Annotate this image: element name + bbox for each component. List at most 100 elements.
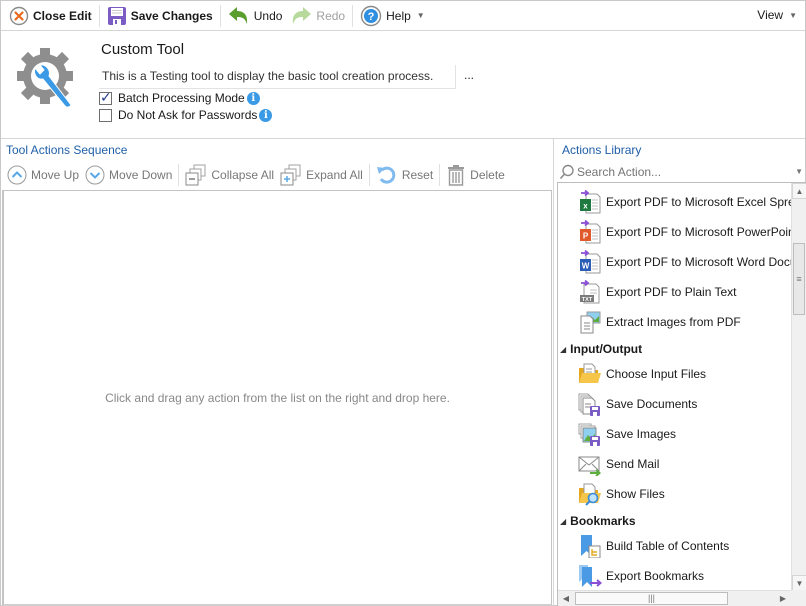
description-more-button[interactable]: ... xyxy=(464,68,474,82)
view-menu-button[interactable]: View ▼ xyxy=(757,8,797,22)
mail-icon xyxy=(578,456,602,476)
toolbar-divider xyxy=(439,164,441,186)
dropzone-hint: Click and drag any action from the list … xyxy=(105,391,450,405)
trash-icon xyxy=(448,165,465,186)
scroll-right-arrow-icon[interactable]: ▶ xyxy=(775,591,791,606)
search-icon xyxy=(559,164,574,180)
extract-images-icon xyxy=(580,311,601,334)
tool-name[interactable]: Custom Tool xyxy=(101,41,184,58)
library-item-label: Save Images xyxy=(606,427,677,441)
svg-text:W: W xyxy=(582,262,590,271)
library-group-input-output[interactable]: ◢ Input/Output xyxy=(560,338,642,360)
toolbar-divider xyxy=(368,164,370,186)
save-images-icon xyxy=(578,423,600,446)
move-up-button[interactable]: Move Up xyxy=(4,163,82,187)
move-down-label: Move Down xyxy=(109,168,173,182)
toolbar-divider xyxy=(219,4,221,27)
batch-processing-option[interactable]: ✓ Batch Processing Mode i xyxy=(99,88,260,105)
library-group-label: Bookmarks xyxy=(570,514,636,528)
library-item-label: Build Table of Contents xyxy=(606,539,730,553)
library-horizontal-scrollbar[interactable]: ◀ ||| ▶ xyxy=(558,590,791,606)
move-down-button[interactable]: Move Down xyxy=(82,163,175,187)
library-item[interactable]: Extract Images from PDF xyxy=(578,307,741,337)
tool-description-field[interactable]: This is a Testing tool to display the ba… xyxy=(99,65,456,89)
toolbar-divider xyxy=(352,4,354,27)
library-item-label: Show Files xyxy=(606,487,665,501)
library-item[interactable]: x Export PDF to Microsoft Excel Spreadsh… xyxy=(578,187,791,217)
undo-label: Undo xyxy=(253,8,283,23)
library-item[interactable]: Send Mail xyxy=(578,449,659,479)
library-item-label: Export Bookmarks xyxy=(606,569,705,583)
tool-properties: Custom Tool This is a Testing tool to di… xyxy=(1,32,805,139)
help-menu-button[interactable]: ? Help ▼ xyxy=(356,3,429,29)
collapse-all-button[interactable]: Collapse All xyxy=(182,163,277,187)
close-edit-button[interactable]: Close Edit xyxy=(5,3,96,29)
vertical-scroll-thumb[interactable]: ≡ xyxy=(793,243,805,315)
library-vertical-scrollbar[interactable]: ▲ ≡ ▼ xyxy=(791,183,806,591)
info-icon[interactable]: i xyxy=(259,108,273,122)
floppy-disk-icon xyxy=(107,6,126,25)
save-changes-button[interactable]: Save Changes xyxy=(103,3,217,29)
move-up-label: Move Up xyxy=(31,168,80,182)
redo-button[interactable]: Redo xyxy=(286,3,349,29)
checkmark-icon: ✓ xyxy=(100,88,112,105)
main-toolbar: Close Edit Save Changes Undo Redo ? Help… xyxy=(1,1,805,31)
expand-all-button[interactable]: Expand All xyxy=(277,163,366,187)
library-group-bookmarks[interactable]: ◢ Bookmarks xyxy=(560,510,636,532)
chevron-up-circle-icon xyxy=(7,165,27,185)
expanded-triangle-icon: ◢ xyxy=(560,344,567,354)
folder-open-icon xyxy=(579,363,601,383)
save-changes-label: Save Changes xyxy=(130,8,213,23)
reset-button[interactable]: Reset xyxy=(373,163,436,187)
action-search-box[interactable]: ▼ xyxy=(559,162,805,182)
undo-arrow-icon xyxy=(228,6,247,24)
powerpoint-export-icon: P xyxy=(580,220,601,244)
actions-library-tree: x Export PDF to Microsoft Excel Spreadsh… xyxy=(557,182,806,606)
scroll-down-arrow-icon[interactable]: ▼ xyxy=(792,575,806,591)
search-input[interactable] xyxy=(577,165,787,179)
library-item[interactable]: W Export PDF to Microsoft Word Document xyxy=(578,247,791,277)
library-item[interactable]: Build Table of Contents xyxy=(578,531,729,561)
view-label: View xyxy=(757,8,784,22)
bookmark-toc-icon xyxy=(581,535,601,558)
library-item[interactable]: Export Bookmarks xyxy=(578,561,704,591)
scroll-up-arrow-icon[interactable]: ▲ xyxy=(792,183,806,199)
library-item[interactable]: Show Files xyxy=(578,479,665,509)
info-icon[interactable]: i xyxy=(246,91,260,105)
chevron-down-circle-icon xyxy=(85,165,105,185)
no-password-prompt-option[interactable]: Do Not Ask for Passwords i xyxy=(99,108,273,122)
expand-all-icon xyxy=(280,164,301,186)
close-edit-label: Close Edit xyxy=(33,8,92,23)
word-export-icon: W xyxy=(580,250,601,274)
library-item-label: Send Mail xyxy=(606,457,660,471)
batch-processing-checkbox[interactable]: ✓ xyxy=(99,88,112,105)
folder-search-icon xyxy=(579,483,601,506)
no-password-prompt-checkbox[interactable] xyxy=(99,108,112,122)
undo-button[interactable]: Undo xyxy=(224,3,287,29)
help-question-icon: ? xyxy=(360,5,382,26)
library-item-label: Choose Input Files xyxy=(606,367,707,381)
custom-tool-editor-window: Close Edit Save Changes Undo Redo ? Help… xyxy=(0,0,806,606)
chevron-down-icon: ▼ xyxy=(416,11,425,20)
library-item[interactable]: Save Documents xyxy=(578,389,697,419)
panel-splitter[interactable] xyxy=(553,139,554,606)
scrollbar-corner xyxy=(791,590,806,606)
actions-sequence-dropzone[interactable]: Click and drag any action from the list … xyxy=(2,190,552,606)
library-item-label: Save Documents xyxy=(606,397,698,411)
delete-button[interactable]: Delete xyxy=(443,163,508,187)
toolbar-divider xyxy=(178,164,180,186)
library-item[interactable]: TXT Export PDF to Plain Text xyxy=(578,277,737,307)
library-item[interactable]: P Export PDF to Microsoft PowerPoint xyxy=(578,217,791,247)
library-item[interactable]: Save Images xyxy=(578,419,676,449)
chevron-down-icon[interactable]: ▼ xyxy=(795,167,803,176)
library-item-label: Export PDF to Microsoft Word Document xyxy=(606,255,791,269)
reset-arrow-icon xyxy=(376,166,396,184)
no-password-prompt-label: Do Not Ask for Passwords xyxy=(118,108,258,122)
library-item[interactable]: Choose Input Files xyxy=(578,359,706,389)
collapse-all-icon xyxy=(185,164,206,186)
toolbar-divider xyxy=(98,4,100,27)
horizontal-scroll-thumb[interactable]: ||| xyxy=(575,592,728,605)
collapse-all-label: Collapse All xyxy=(211,168,275,182)
scroll-left-arrow-icon[interactable]: ◀ xyxy=(558,591,574,606)
chevron-down-icon: ▼ xyxy=(789,10,797,20)
